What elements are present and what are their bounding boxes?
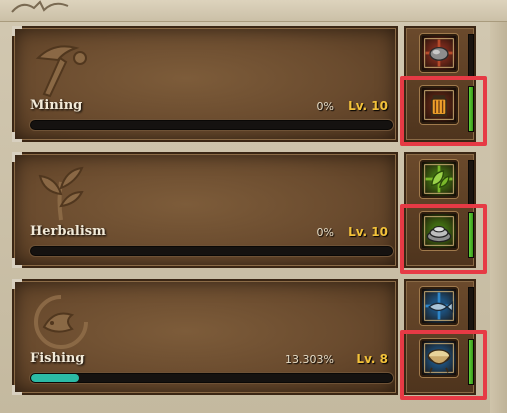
fish-emblem-icon bbox=[34, 295, 88, 349]
lower-gauge-fill bbox=[469, 87, 473, 131]
panel-corner bbox=[12, 258, 22, 268]
skill-level: Lv. 10 bbox=[348, 225, 388, 239]
xp-progress-bar bbox=[30, 373, 393, 383]
pickaxe-emblem-icon bbox=[35, 45, 87, 98]
lantern-slot[interactable] bbox=[420, 86, 458, 124]
lower-gauge-fill bbox=[469, 213, 473, 257]
fish-slot[interactable] bbox=[420, 287, 458, 325]
upper-gauge bbox=[468, 34, 474, 80]
panel-corner bbox=[12, 385, 22, 395]
skill-name: Mining bbox=[30, 98, 83, 113]
ore-rock-icon bbox=[424, 38, 454, 68]
ornament-icon bbox=[11, 0, 69, 13]
bait-bowl-slot[interactable] bbox=[420, 339, 458, 377]
mortar-bowl-icon bbox=[424, 216, 454, 246]
skill-name: Fishing bbox=[30, 351, 85, 366]
panel-corner bbox=[12, 152, 22, 162]
lower-gauge bbox=[468, 86, 474, 132]
panel-corner bbox=[12, 26, 22, 36]
skill-panel-mining: Mining 0% Lv. 10 bbox=[12, 26, 398, 142]
leaf-slot[interactable] bbox=[420, 160, 458, 198]
bait-bowl-icon bbox=[424, 343, 454, 373]
lantern-icon bbox=[424, 90, 454, 120]
xp-progress-bar bbox=[30, 246, 393, 256]
upper-gauge bbox=[468, 160, 474, 206]
gathering-skills-window: Mining 0% Lv. 10 Herbalism 0% Lv. 10 Fis… bbox=[0, 0, 507, 413]
ore-rock-slot[interactable] bbox=[420, 34, 458, 72]
window-right-edge bbox=[490, 22, 507, 413]
skill-panel-herbalism: Herbalism 0% Lv. 10 bbox=[12, 152, 398, 268]
skill-percent: 0% bbox=[316, 100, 334, 113]
tool-slots-fishing bbox=[404, 279, 476, 395]
skill-percent: 13.303% bbox=[285, 353, 334, 366]
xp-progress-bar bbox=[30, 120, 393, 130]
skill-level: Lv. 8 bbox=[356, 352, 388, 366]
panel-corner bbox=[12, 279, 22, 289]
upper-gauge bbox=[468, 287, 474, 333]
skill-percent: 0% bbox=[316, 226, 334, 239]
fish-icon bbox=[424, 291, 454, 321]
tool-slots-mining bbox=[404, 26, 476, 142]
lower-gauge-fill bbox=[469, 340, 473, 384]
herb-emblem-icon bbox=[38, 166, 84, 221]
xp-progress-fill bbox=[31, 374, 80, 382]
lower-gauge bbox=[468, 339, 474, 385]
panel-corner bbox=[12, 132, 22, 142]
window-top-strip bbox=[0, 0, 507, 22]
skill-name: Herbalism bbox=[30, 224, 106, 239]
leaf-icon bbox=[424, 164, 454, 194]
mortar-bowl-slot[interactable] bbox=[420, 212, 458, 250]
lower-gauge bbox=[468, 212, 474, 258]
tool-slots-herbalism bbox=[404, 152, 476, 268]
skill-panel-fishing: Fishing 13.303% Lv. 8 bbox=[12, 279, 398, 395]
skill-level: Lv. 10 bbox=[348, 99, 388, 113]
